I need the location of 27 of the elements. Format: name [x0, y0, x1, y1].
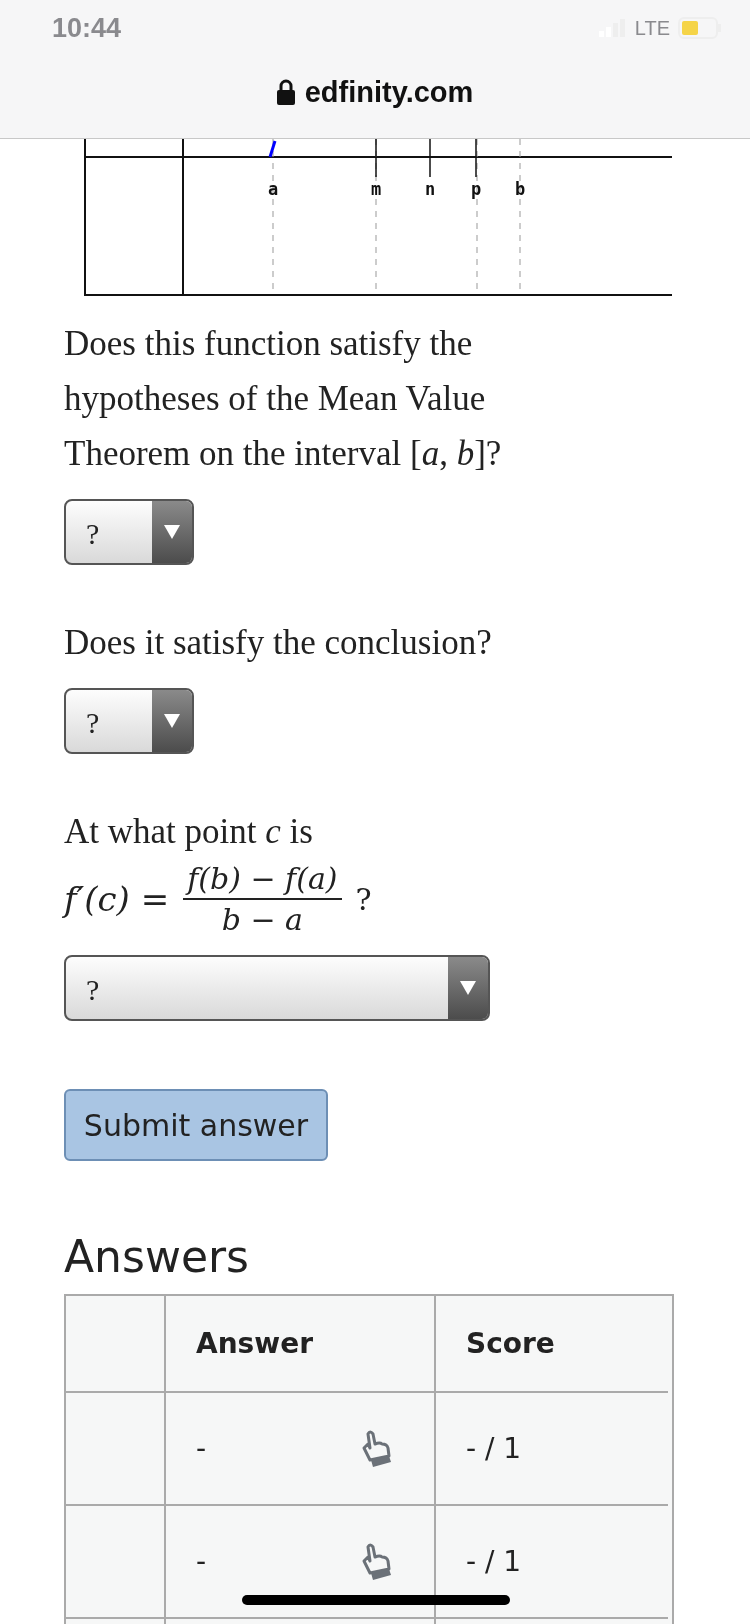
axis-label: m	[370, 179, 382, 199]
network-label: LTE	[634, 16, 670, 40]
caret-icon	[164, 525, 180, 539]
axis-label: a	[267, 179, 279, 199]
axis-label: b	[514, 179, 526, 199]
submit-button[interactable]: Submit answer	[64, 1089, 328, 1161]
question-text: Does this function satisfy the hypotheses of the Mean Value Theorem on the interval [a, b]?	[64, 323, 503, 475]
axis-label: n	[424, 179, 436, 199]
column-header: Score	[466, 1327, 555, 1360]
axis-label: p	[470, 179, 482, 199]
status-time: 10:44	[52, 12, 122, 44]
caret-icon	[164, 714, 180, 728]
score-value: - / 1	[466, 1545, 522, 1578]
caret-icon	[460, 981, 476, 995]
answer-value: -	[196, 1432, 207, 1465]
column-header: Answer	[196, 1327, 313, 1360]
answer-dropdown[interactable]: ?	[64, 499, 194, 565]
answer-dropdown[interactable]: ?	[64, 688, 194, 754]
section-heading: Answers	[64, 1231, 250, 1282]
answer-value: -	[196, 1545, 207, 1578]
url-text[interactable]: edfinity.com	[304, 75, 474, 109]
question-text: At what point c is	[64, 811, 314, 853]
battery-icon	[678, 17, 722, 39]
lock-icon	[276, 79, 295, 105]
score-value: - / 1	[466, 1432, 522, 1465]
question-text: Does it satisfy the conclusion?	[64, 622, 493, 664]
answer-dropdown[interactable]: ?	[64, 955, 490, 1021]
